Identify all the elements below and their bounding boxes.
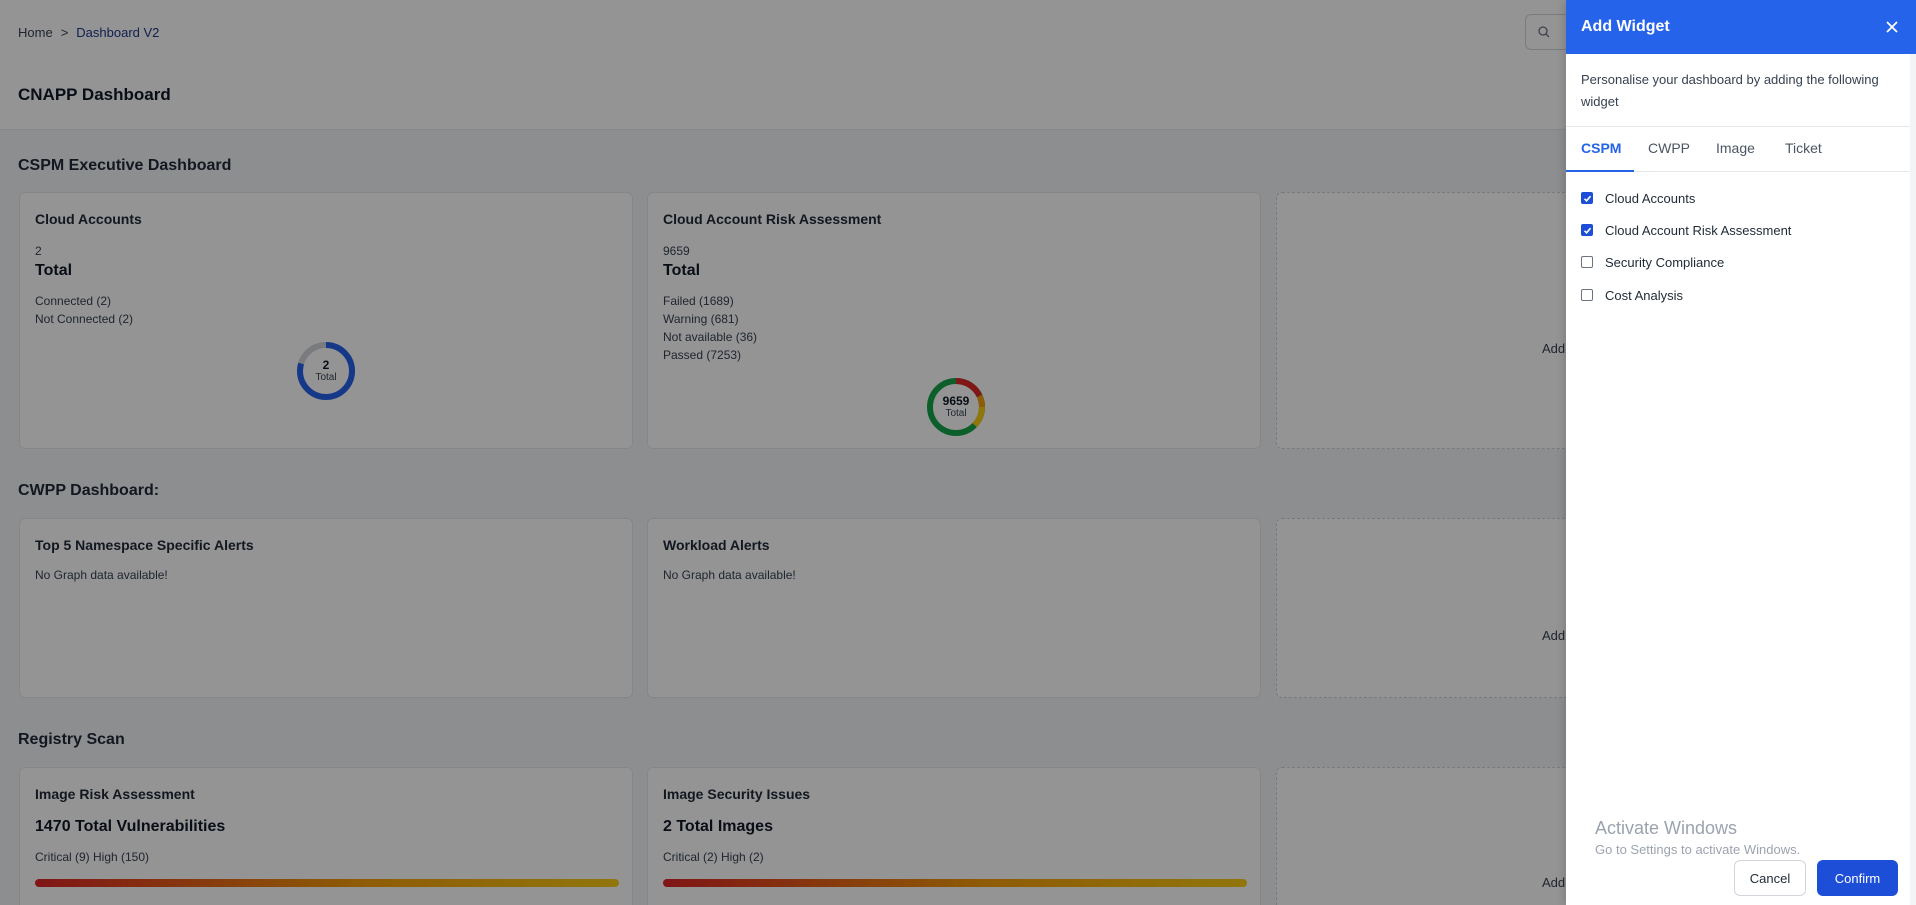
drawer-title: Add Widget bbox=[1581, 18, 1670, 35]
tab-cwpp[interactable]: CWPP bbox=[1648, 140, 1690, 156]
checkbox-icon[interactable] bbox=[1581, 256, 1593, 268]
tab-ticket[interactable]: Ticket bbox=[1785, 140, 1822, 156]
windows-watermark-title: Activate Windows bbox=[1595, 818, 1738, 838]
widget-category-tabs: CSPM CWPP Image Ticket bbox=[1566, 126, 1916, 172]
active-tab-indicator bbox=[1566, 170, 1634, 172]
close-icon[interactable] bbox=[1882, 17, 1902, 37]
option-label: Cloud Account Risk Assessment bbox=[1605, 222, 1792, 238]
option-cloud-accounts[interactable]: Cloud Accounts bbox=[1581, 189, 1695, 207]
drawer-description: Personalise your dashboard by adding the… bbox=[1581, 72, 1879, 109]
option-label: Security Compliance bbox=[1605, 254, 1725, 270]
drawer-header: Add Widget bbox=[1566, 0, 1916, 54]
option-cloud-account-risk-assessment[interactable]: Cloud Account Risk Assessment bbox=[1581, 221, 1791, 239]
checkbox-icon[interactable] bbox=[1581, 192, 1593, 204]
option-label: Cost Analysis bbox=[1605, 287, 1684, 303]
checkbox-icon[interactable] bbox=[1581, 289, 1593, 301]
cancel-button[interactable]: Cancel bbox=[1734, 860, 1806, 896]
option-security-compliance[interactable]: Security Compliance bbox=[1581, 253, 1724, 271]
drawer-scrollbar[interactable] bbox=[1910, 54, 1916, 905]
option-label: Cloud Accounts bbox=[1605, 190, 1696, 206]
tab-cspm[interactable]: CSPM bbox=[1581, 140, 1621, 156]
checkbox-icon[interactable] bbox=[1581, 224, 1593, 236]
windows-watermark-subtitle: Go to Settings to activate Windows. bbox=[1595, 842, 1801, 857]
option-cost-analysis[interactable]: Cost Analysis bbox=[1581, 286, 1683, 304]
tab-image[interactable]: Image bbox=[1716, 140, 1755, 156]
add-widget-drawer: Add Widget Personalise your dashboard by… bbox=[1566, 0, 1916, 905]
confirm-button[interactable]: Confirm bbox=[1817, 860, 1898, 896]
